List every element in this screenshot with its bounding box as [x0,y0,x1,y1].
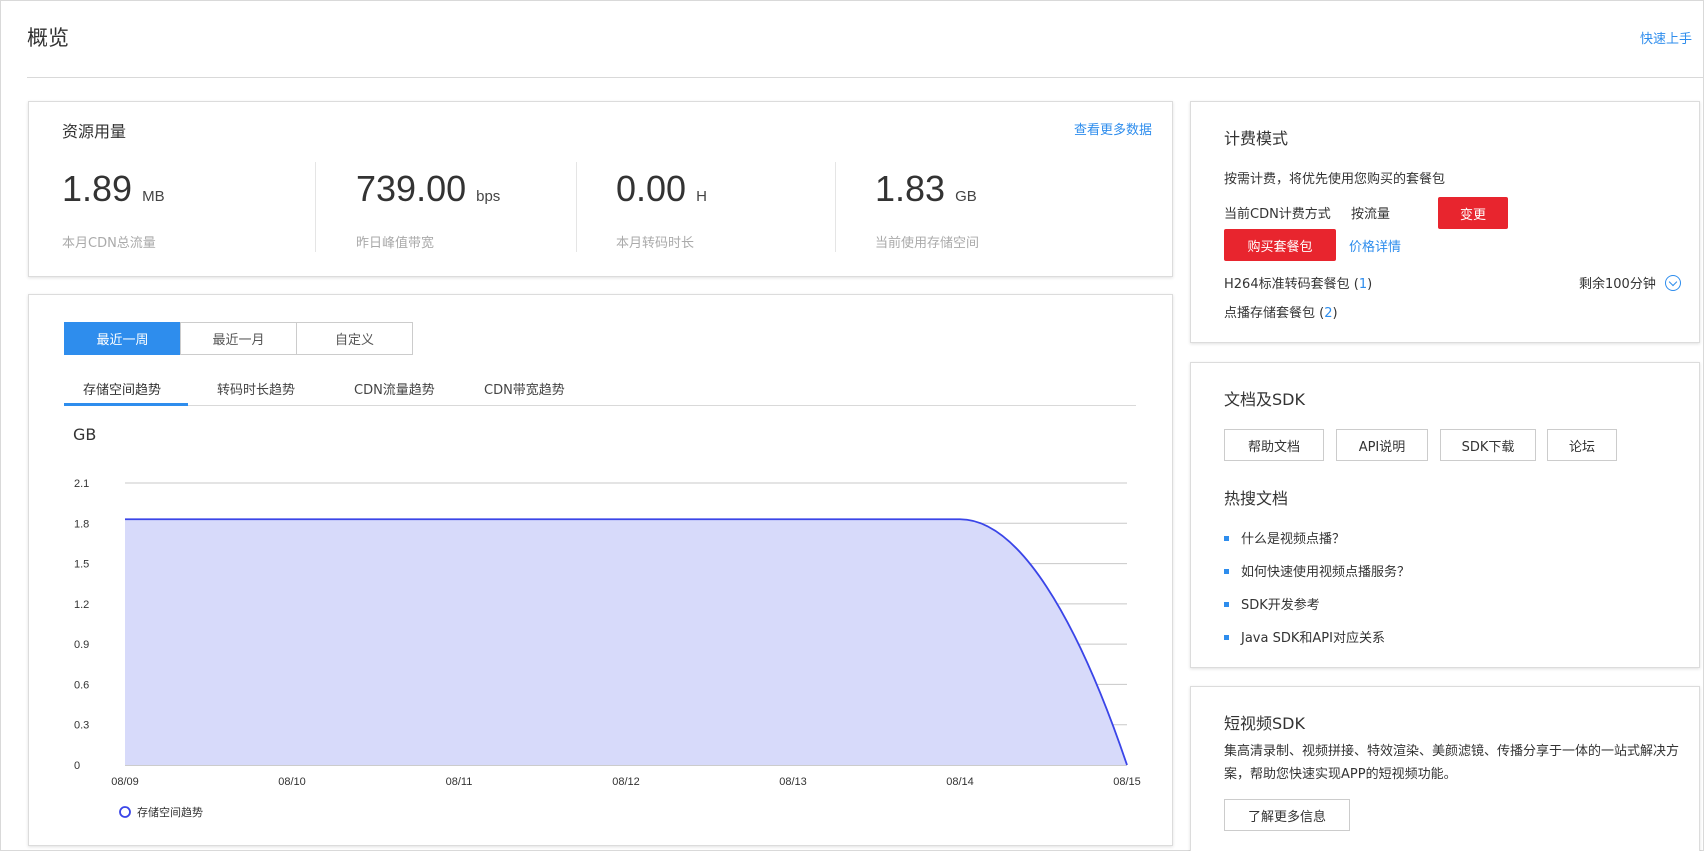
sdk-title: 短视频SDK [1224,714,1305,733]
hot-doc-link[interactable]: 什么是视频点播？ [1224,528,1345,547]
trend-chart-card: 最近一周 最近一月 自定义 存储空间趋势 转码时长趋势 CDN流量趋势 CDN带… [28,294,1173,846]
x-tick-label: 08/09 [111,776,139,788]
page-title: 概览 [27,26,69,50]
y-tick-label: 0.6 [74,679,89,691]
y-tick-label: 1.2 [74,599,89,611]
legend-label: 存储空间趋势 [137,805,203,819]
stat-label: 昨日峰值带宽 [356,236,435,251]
stat-storage-used: 1.83 GB 当前使用存储空间 [875,158,1135,251]
resource-usage-card: 资源用量 查看更多数据 1.89 MB 本月CDN总流量 739.00 bps 昨日… [28,101,1173,277]
stat-label: 本月转码时长 [616,236,695,251]
y-tick-label: 0 [74,760,80,772]
learn-more-button[interactable]: 了解更多信息 [1224,799,1350,831]
x-tick-label: 08/11 [446,776,473,788]
y-tick-label: 0.3 [74,720,89,732]
docs-title: 文档及SDK [1224,390,1305,409]
hot-doc-link[interactable]: SDK开发参考 [1224,594,1320,613]
price-details-link[interactable]: 价格详情 [1349,236,1401,255]
y-tick-label: 2.1 [74,478,89,490]
storage-trend-chart: GB 0 0.3 0.6 0.9 1.2 1.5 1.8 2.1 08/09 08/10 08/11 0… [73,425,1141,819]
stat-value: 1.89 MB [62,168,165,209]
billing-method-value: 按流量 [1351,207,1391,222]
buy-package-button[interactable]: 购买套餐包 [1224,229,1336,261]
x-tick-label: 08/10 [278,776,306,788]
stat-value: 0.00 H [616,168,707,209]
x-tick-label: 08/14 [946,776,974,788]
bullet-icon [1224,569,1229,574]
billing-card: 计费模式 按需计费，将优先使用您购买的套餐包 当前CDN计费方式 按流量 变更 … [1190,101,1700,343]
sdk-download-button[interactable]: SDK下载 [1440,429,1536,461]
y-tick-label: 1.8 [74,518,89,530]
stat-peak-bandwidth: 739.00 bps 昨日峰值带宽 [356,158,616,251]
short-video-sdk-card: 短视频SDK 集高清录制、视频拼接、特效渲染、美颜滤镜、传播分享于一体的一站式解… [1190,686,1700,851]
stat-label: 本月CDN总流量 [62,236,156,251]
quick-start-link[interactable]: 快速上手 [1640,28,1692,47]
help-docs-button[interactable]: 帮助文档 [1224,429,1324,461]
bullet-icon [1224,536,1229,541]
bullet-icon [1224,602,1229,607]
sdk-description: 集高清录制、视频拼接、特效渲染、美颜滤镜、传播分享于一体的一站式解决方案，帮助您… [1224,744,1680,782]
change-billing-button[interactable]: 变更 [1438,197,1508,229]
api-docs-button[interactable]: API说明 [1336,429,1428,461]
title-divider [27,77,1703,78]
more-data-link[interactable]: 查看更多数据 [1074,119,1152,138]
hot-docs-title: 热搜文档 [1224,489,1289,508]
y-tick-label: 0.9 [74,639,89,651]
package-item[interactable]: 点播存储套餐包 (2) [1224,302,1338,321]
y-tick-label: 1.5 [74,559,89,571]
chevron-down-icon[interactable] [1665,275,1681,291]
docs-sdk-card: 文档及SDK 帮助文档 API说明 SDK下载 论坛 热搜文档 什么是视频点播？… [1190,362,1700,668]
stat-value: 739.00 bps [356,168,501,209]
stat-transcode-duration: 0.00 H 本月转码时长 [616,158,876,251]
billing-method-label: 当前CDN计费方式 [1224,207,1331,222]
billing-title: 计费模式 [1224,129,1289,148]
x-tick-label: 08/12 [612,776,640,788]
bullet-icon [1224,635,1229,640]
remaining-time: 剩余100分钟 [1579,277,1656,292]
stat-value: 1.83 GB [875,168,977,209]
hot-doc-link[interactable]: Java SDK和API对应关系 [1224,627,1385,646]
legend-marker [119,806,131,818]
stat-divider [835,162,836,252]
stat-divider [315,162,316,252]
package-item[interactable]: H264标准转码套餐包 (1) [1224,273,1372,292]
resource-usage-title: 资源用量 [62,122,127,141]
y-axis-label: GB [73,425,96,444]
stat-label: 当前使用存储空间 [875,236,980,251]
forum-button[interactable]: 论坛 [1547,429,1617,461]
billing-description: 按需计费，将优先使用您购买的套餐包 [1224,172,1446,187]
stat-divider [576,162,577,252]
x-tick-label: 08/15 [1113,776,1141,788]
series-area [125,519,1127,765]
stat-cdn-traffic: 1.89 MB 本月CDN总流量 [62,158,322,251]
x-tick-label: 08/13 [779,776,807,788]
hot-doc-link[interactable]: 如何快速使用视频点播服务？ [1224,561,1410,580]
